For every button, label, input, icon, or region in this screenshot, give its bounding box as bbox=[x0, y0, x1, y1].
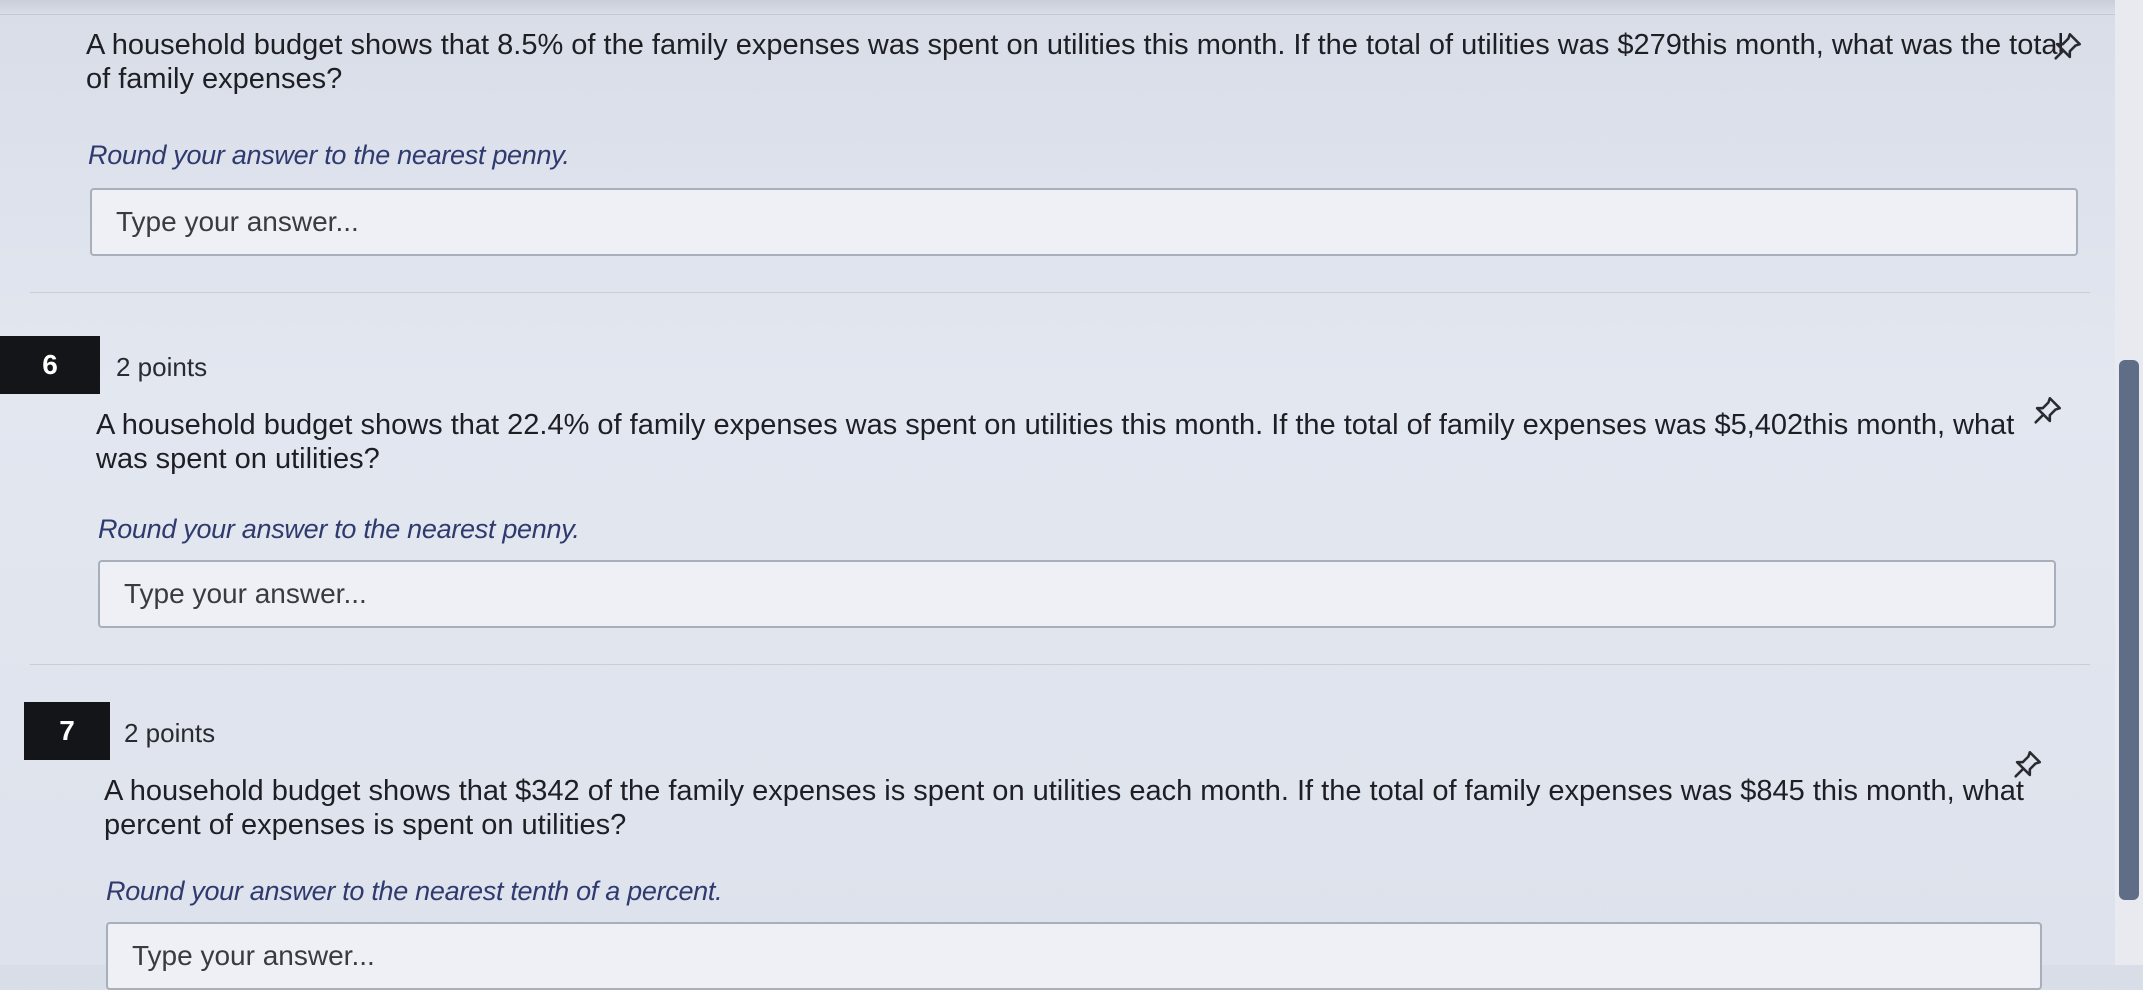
question-text: A household budget shows that 8.5% of th… bbox=[86, 29, 2064, 95]
page-top-edge bbox=[0, 0, 2143, 15]
answer-input[interactable] bbox=[98, 560, 2056, 628]
question-number-badge: 6 bbox=[0, 336, 100, 394]
scrollbar-track[interactable] bbox=[2115, 0, 2143, 965]
question-instruction: Round your answer to the nearest penny. bbox=[98, 514, 580, 544]
question-divider bbox=[30, 292, 2090, 293]
question-text: A household budget shows that 22.4% of f… bbox=[96, 409, 2015, 475]
scrollbar-thumb[interactable] bbox=[2119, 360, 2139, 900]
answer-input[interactable] bbox=[90, 188, 2078, 256]
question-divider bbox=[30, 664, 2090, 665]
question-points: 2 points bbox=[116, 352, 208, 382]
question-number-badge: 7 bbox=[24, 702, 110, 760]
question-instruction: Round your answer to the nearest tenth o… bbox=[106, 876, 723, 906]
question-instruction: Round your answer to the nearest penny. bbox=[88, 140, 570, 170]
question-text: A household budget shows that $342 of th… bbox=[104, 775, 2024, 841]
pin-icon[interactable] bbox=[2030, 394, 2064, 428]
question-points: 2 points bbox=[124, 718, 216, 748]
answer-input[interactable] bbox=[106, 922, 2042, 990]
pin-icon[interactable] bbox=[2050, 30, 2084, 64]
